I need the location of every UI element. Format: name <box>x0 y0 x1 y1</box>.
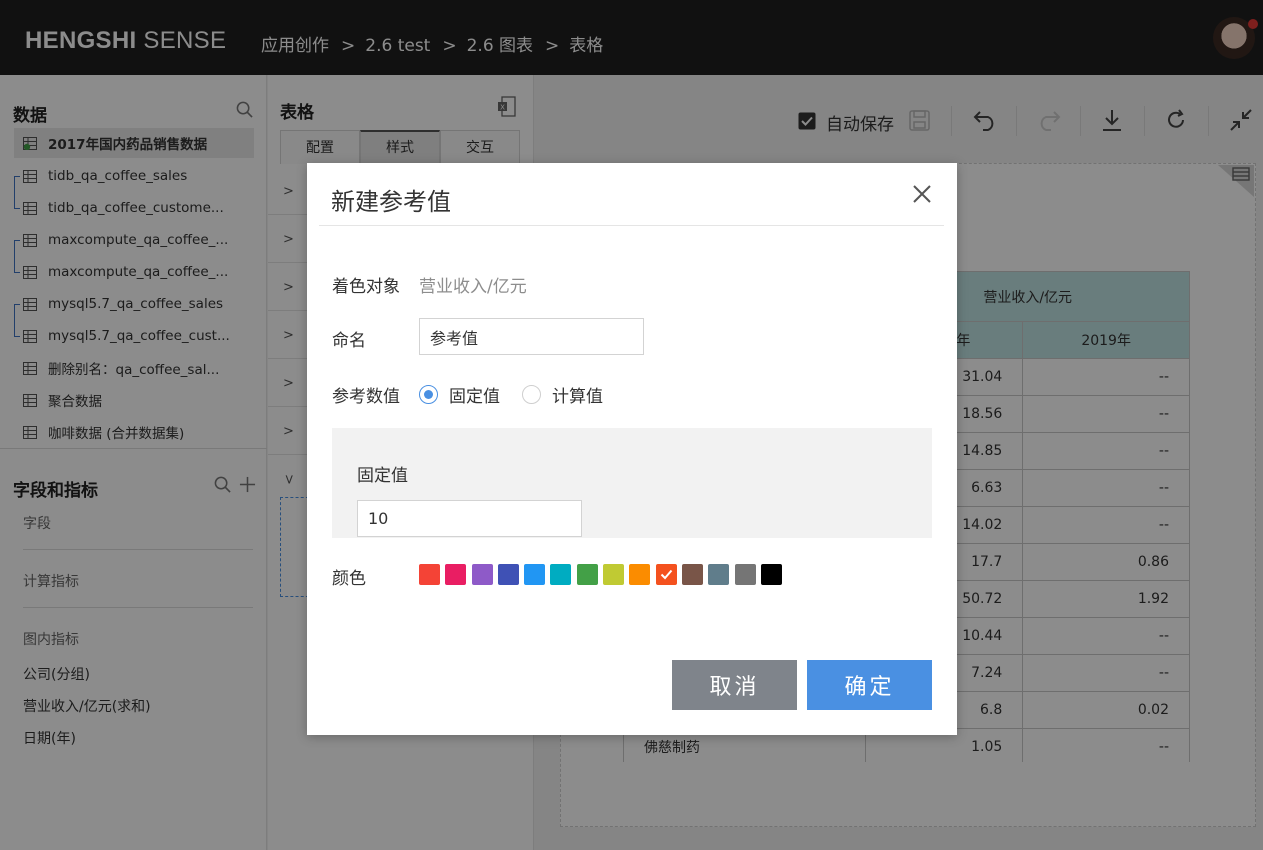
radio-calc[interactable]: 计算值 <box>522 382 603 407</box>
radio-circle <box>419 385 438 404</box>
color-target-value: 营业收入/亿元 <box>419 277 527 297</box>
name-label: 命名 <box>332 331 366 351</box>
confirm-button[interactable]: 确定 <box>807 660 932 710</box>
color-swatch[interactable] <box>734 564 756 585</box>
color-swatch[interactable] <box>497 564 519 585</box>
radio-circle <box>522 385 541 404</box>
fixed-value-input[interactable] <box>357 500 582 537</box>
cancel-button[interactable]: 取消 <box>672 660 797 710</box>
check-icon <box>660 569 672 580</box>
close-icon[interactable] <box>911 183 933 205</box>
color-swatch[interactable] <box>524 564 546 585</box>
fixed-value-section: 固定值 <box>332 428 932 538</box>
color-swatch[interactable] <box>655 564 677 585</box>
color-palette <box>419 564 787 585</box>
dialog-divider <box>319 225 944 226</box>
color-swatch[interactable] <box>576 564 598 585</box>
color-swatch[interactable] <box>419 564 440 585</box>
color-swatch[interactable] <box>603 564 625 585</box>
color-label: 颜色 <box>332 569 366 589</box>
color-target-label: 着色对象 <box>332 277 400 297</box>
name-input[interactable] <box>419 318 644 355</box>
new-reference-dialog: 新建参考值 着色对象 营业收入/亿元 命名 参考数值 固定值 计算值 固定值 颜… <box>307 163 957 735</box>
color-swatch[interactable] <box>760 564 782 585</box>
color-swatch[interactable] <box>471 564 493 585</box>
fixed-value-label: 固定值 <box>357 466 408 486</box>
color-swatch[interactable] <box>629 564 651 585</box>
color-swatch[interactable] <box>681 564 703 585</box>
color-swatch[interactable] <box>550 564 572 585</box>
dialog-title: 新建参考值 <box>331 188 451 216</box>
color-swatch[interactable] <box>708 564 730 585</box>
radio-calc-label: 计算值 <box>552 387 603 407</box>
ref-value-label: 参考数值 <box>332 387 400 407</box>
radio-fixed[interactable]: 固定值 <box>419 382 500 407</box>
color-swatch[interactable] <box>445 564 467 585</box>
radio-fixed-label: 固定值 <box>449 387 500 407</box>
